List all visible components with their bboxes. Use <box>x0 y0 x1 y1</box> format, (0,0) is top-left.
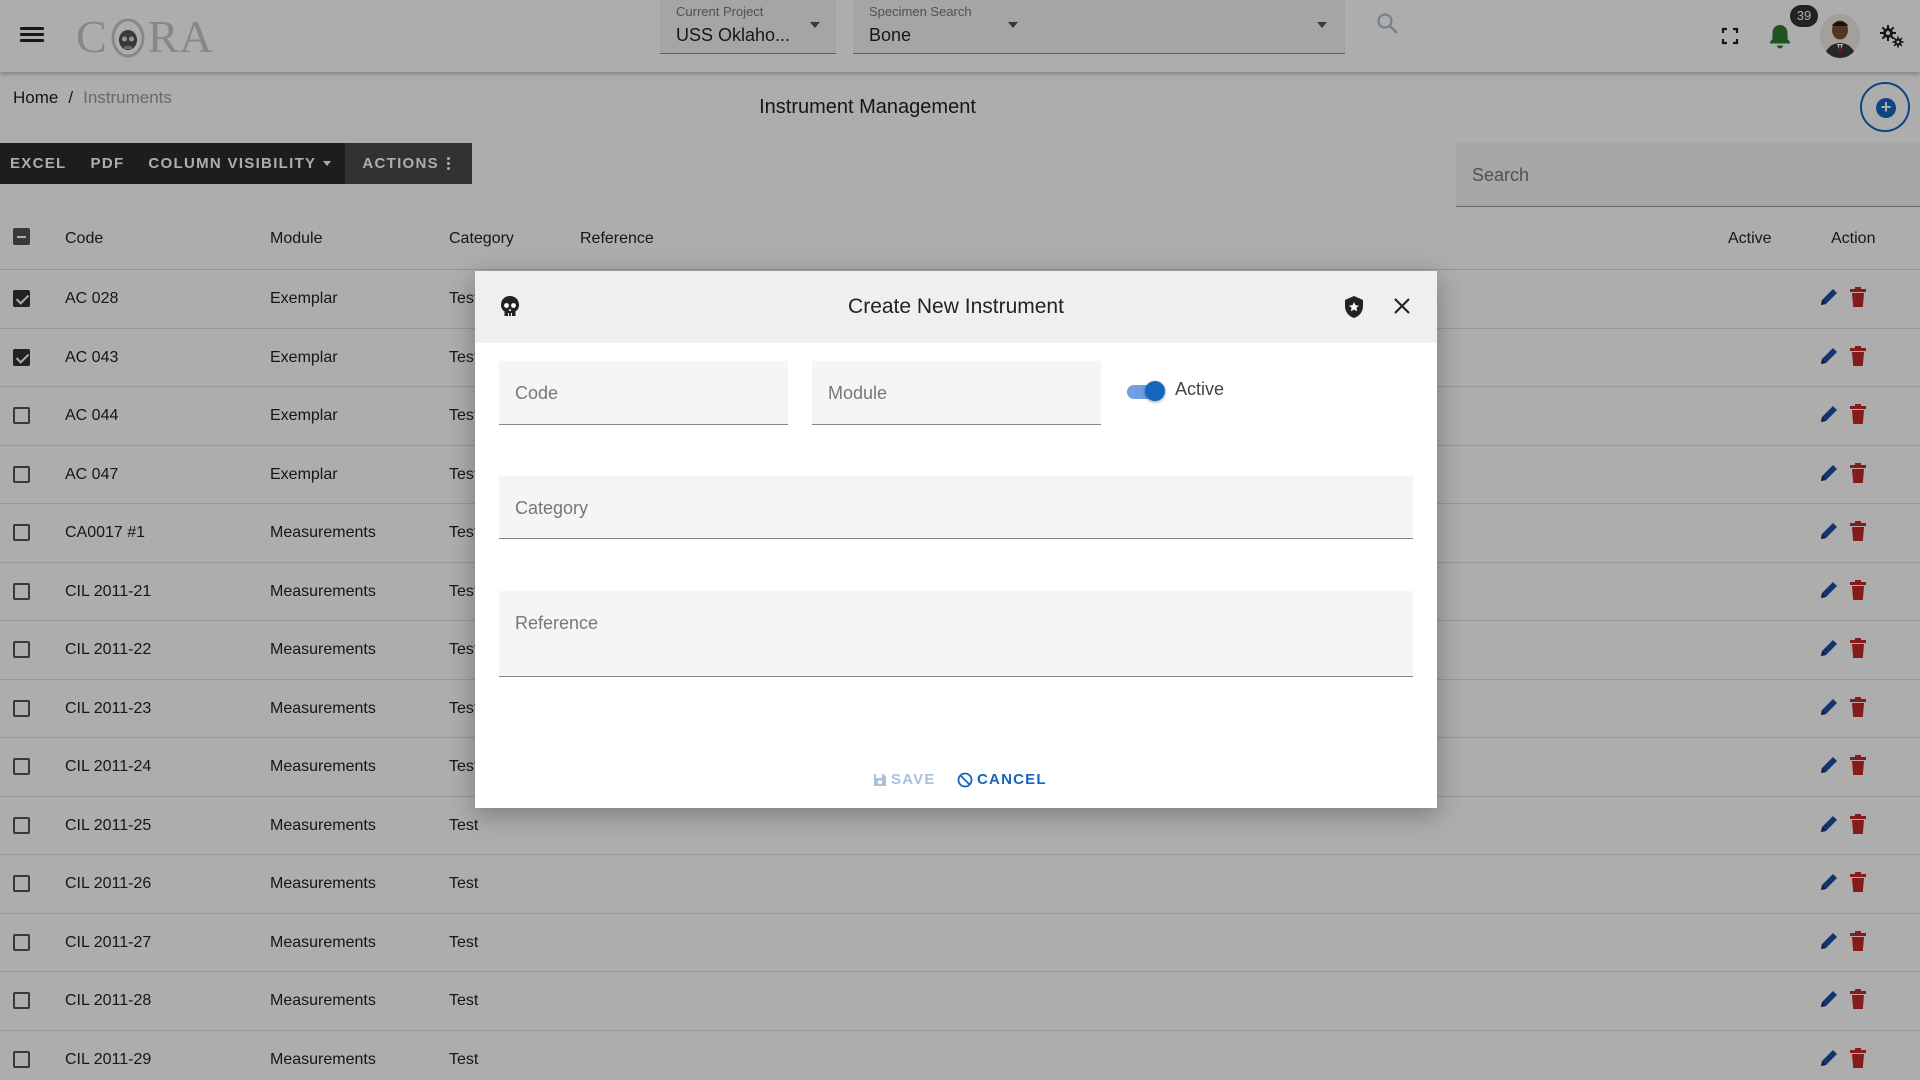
active-toggle-knob <box>1145 381 1165 401</box>
shield-icon[interactable] <box>1343 295 1365 319</box>
save-icon <box>874 773 886 786</box>
cancel-button[interactable]: CANCEL <box>957 771 1047 788</box>
dialog-title: Create New Instrument <box>848 295 1064 318</box>
code-field[interactable]: Code <box>499 361 788 425</box>
module-field[interactable]: Module <box>812 361 1101 425</box>
save-button[interactable]: SAVE <box>873 771 936 788</box>
cancel-label: CANCEL <box>977 771 1047 788</box>
module-field-placeholder: Module <box>828 383 888 403</box>
category-field[interactable]: Category <box>499 476 1413 539</box>
cancel-icon <box>957 772 973 787</box>
active-toggle[interactable] <box>1125 381 1165 401</box>
active-toggle-label: Active <box>1175 379 1225 399</box>
reference-field[interactable]: Reference <box>499 591 1413 677</box>
close-icon[interactable] <box>1391 295 1413 317</box>
code-field-placeholder: Code <box>515 383 559 403</box>
reference-field-placeholder: Reference <box>515 613 599 633</box>
save-label: SAVE <box>891 771 936 788</box>
category-field-placeholder: Category <box>515 498 589 518</box>
create-instrument-dialog: Create New Instrument Code Module Active… <box>475 271 1437 808</box>
dialog-header: Create New Instrument <box>475 271 1437 343</box>
